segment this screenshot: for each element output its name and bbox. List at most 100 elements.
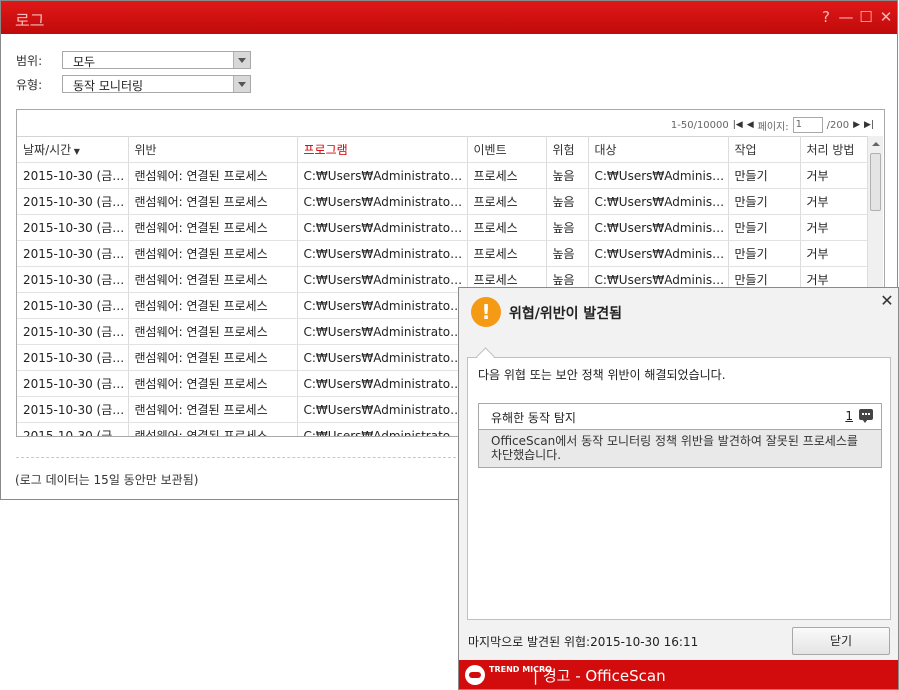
table-cell: 2015-10-30 (금) …: [17, 422, 129, 436]
table-cell: 거부: [800, 188, 869, 215]
table-cell: 만들기: [728, 188, 801, 215]
table-cell: 2015-10-30 (금) …: [17, 396, 129, 423]
table-cell: 높음: [546, 188, 589, 215]
column-header-0[interactable]: 날짜/시간 ▼: [17, 136, 129, 163]
table-cell: 거부: [800, 240, 869, 267]
scroll-up-icon[interactable]: [868, 136, 883, 152]
popup-title: 위협/위반이 발견됨: [509, 306, 623, 322]
table-cell: C:₩Users₩Administrator,…: [297, 318, 468, 345]
minimize-icon[interactable]: —: [838, 8, 854, 26]
table-cell: C:₩Users₩Administr,…: [588, 188, 729, 215]
table-cell: 프로세스: [467, 214, 547, 241]
column-header-6[interactable]: 작업: [728, 136, 801, 163]
help-icon[interactable]: ?: [818, 8, 834, 26]
table-row[interactable]: 2015-10-30 (금) … 랜섬웨어: 연결된 프로세스 C:₩Users₩A…: [17, 162, 869, 189]
table-cell: 만들기: [728, 214, 801, 241]
sort-desc-icon: ▼: [71, 147, 80, 156]
scope-value: 모두: [73, 55, 96, 69]
table-row[interactable]: 2015-10-30 (금) … 랜섬웨어: 연결된 프로세스 C:₩Users₩A…: [17, 214, 869, 241]
warning-icon: !: [471, 297, 501, 327]
detection-label: 유해한 동작 탐지: [491, 411, 576, 425]
popup-message: 다음 위협 또는 보안 정책 위반이 해결되었습니다.: [478, 368, 726, 382]
table-cell: C:₩Users₩Administr,…: [588, 162, 729, 189]
last-found: 마지막으로 발견된 위협:2015-10-30 16:11: [468, 635, 699, 649]
column-header-5[interactable]: 대상: [588, 136, 729, 163]
table-cell: 2015-10-30 (금) …: [17, 292, 129, 319]
detection-header: 유해한 동작 탐지 1: [479, 404, 881, 430]
type-label: 유형:: [16, 78, 43, 92]
page-input[interactable]: 1: [792, 117, 823, 133]
last-page-icon[interactable]: ▶|: [864, 120, 874, 130]
page-total: /200: [826, 119, 850, 131]
table-cell: 높음: [546, 162, 589, 189]
table-cell: 랜섬웨어: 연결된 프로세스: [128, 240, 298, 267]
comment-icon[interactable]: [859, 409, 873, 423]
table-row[interactable]: 2015-10-30 (금) … 랜섬웨어: 연결된 프로세스 C:₩Users₩A…: [17, 240, 869, 267]
table-cell: 높음: [546, 214, 589, 241]
detection-text: OfficeScan에서 동작 모니터링 정책 위반을 발견하여 잘못된 프로세…: [479, 430, 881, 467]
table-cell: 높음: [546, 240, 589, 267]
table-cell: C:₩Users₩Administrator,…: [297, 422, 468, 436]
table-cell: 거부: [800, 162, 869, 189]
table-cell: 프로세스: [467, 162, 547, 189]
window-title: 로그: [15, 11, 45, 30]
next-page-icon[interactable]: ▶: [853, 120, 860, 130]
close-button[interactable]: 닫기: [792, 627, 890, 655]
detection-count-link[interactable]: 1: [845, 409, 853, 423]
column-header-4[interactable]: 위험: [546, 136, 589, 163]
footer-text: | 경고 - OfficeScan: [533, 667, 666, 685]
table-cell: 2015-10-30 (금) …: [17, 370, 129, 397]
table-cell: 랜섬웨어: 연결된 프로세스: [128, 188, 298, 215]
pager: 1-50/10000 |◀ ◀ 페이지: 1 /200 ▶ ▶|: [671, 116, 874, 134]
table-cell: 만들기: [728, 162, 801, 189]
column-header-1[interactable]: 위반: [128, 136, 298, 163]
table-cell: C:₩Users₩Administr,…: [588, 240, 729, 267]
retention-note: (로그 데이터는 15일 동안만 보관됨): [15, 473, 199, 487]
prev-page-icon[interactable]: ◀: [747, 120, 754, 130]
threat-alert-popup: ! 위협/위반이 발견됨 ✕ 다음 위협 또는 보안 정책 위반이 해결되었습니…: [458, 287, 899, 690]
table-cell: C:₩Users₩Administr,…: [588, 214, 729, 241]
table-cell: 2015-10-30 (금) …: [17, 318, 129, 345]
table-cell: 2015-10-30 (금) …: [17, 240, 129, 267]
table-cell: 랜섬웨어: 연결된 프로세스: [128, 344, 298, 371]
column-header-3[interactable]: 이벤트: [467, 136, 547, 163]
type-select[interactable]: 동작 모니터링: [62, 75, 251, 93]
trend-micro-logo-icon: [465, 665, 485, 685]
table-cell: C:₩Users₩Administrator,…: [297, 162, 468, 189]
chevron-down-icon[interactable]: [233, 76, 250, 92]
maximize-icon[interactable]: ☐: [858, 8, 874, 26]
scroll-thumb[interactable]: [870, 153, 881, 211]
detection-details: 유해한 동작 탐지 1 OfficeScan에서 동작 모니터링 정책 위반을 …: [478, 403, 882, 468]
table-cell: 랜섬웨어: 연결된 프로세스: [128, 396, 298, 423]
table-cell: C:₩Users₩Administrator,…: [297, 344, 468, 371]
close-icon[interactable]: ✕: [878, 8, 894, 26]
title-bar[interactable]: 로그 ? — ☐ ✕: [1, 1, 897, 34]
table-cell: 랜섬웨어: 연결된 프로세스: [128, 370, 298, 397]
table-cell: 프로세스: [467, 188, 547, 215]
first-page-icon[interactable]: |◀: [733, 120, 743, 130]
table-cell: C:₩Users₩Administrator,…: [297, 266, 468, 293]
divider: [16, 457, 456, 458]
table-cell: 2015-10-30 (금) …: [17, 344, 129, 371]
table-cell: 랜섬웨어: 연결된 프로세스: [128, 162, 298, 189]
table-cell: 2015-10-30 (금) …: [17, 266, 129, 293]
table-cell: 랜섬웨어: 연결된 프로세스: [128, 422, 298, 436]
table-cell: 만들기: [728, 240, 801, 267]
table-cell: C:₩Users₩Administrator,…: [297, 370, 468, 397]
chevron-down-icon[interactable]: [233, 52, 250, 68]
table-cell: 랜섬웨어: 연결된 프로세스: [128, 214, 298, 241]
pager-range: 1-50/10000: [670, 119, 729, 131]
scope-select[interactable]: 모두: [62, 51, 251, 69]
table-cell: C:₩Users₩Administrator,…: [297, 188, 468, 215]
page-label: 페이지:: [757, 121, 789, 133]
popup-content: 다음 위협 또는 보안 정책 위반이 해결되었습니다. 유해한 동작 탐지 1 …: [467, 357, 891, 620]
table-cell: 랜섬웨어: 연결된 프로세스: [128, 292, 298, 319]
table-row[interactable]: 2015-10-30 (금) … 랜섬웨어: 연결된 프로세스 C:₩Users₩A…: [17, 188, 869, 215]
popup-footer: TREND MICRO | 경고 - OfficeScan: [459, 660, 898, 689]
column-header-7[interactable]: 처리 방법: [800, 136, 869, 163]
scope-label: 범위:: [16, 54, 43, 68]
table-cell: 랜섬웨어: 연결된 프로세스: [128, 266, 298, 293]
popup-close-icon[interactable]: ✕: [879, 291, 895, 310]
table-cell: 거부: [800, 214, 869, 241]
column-header-2[interactable]: 프로그램: [297, 136, 468, 163]
